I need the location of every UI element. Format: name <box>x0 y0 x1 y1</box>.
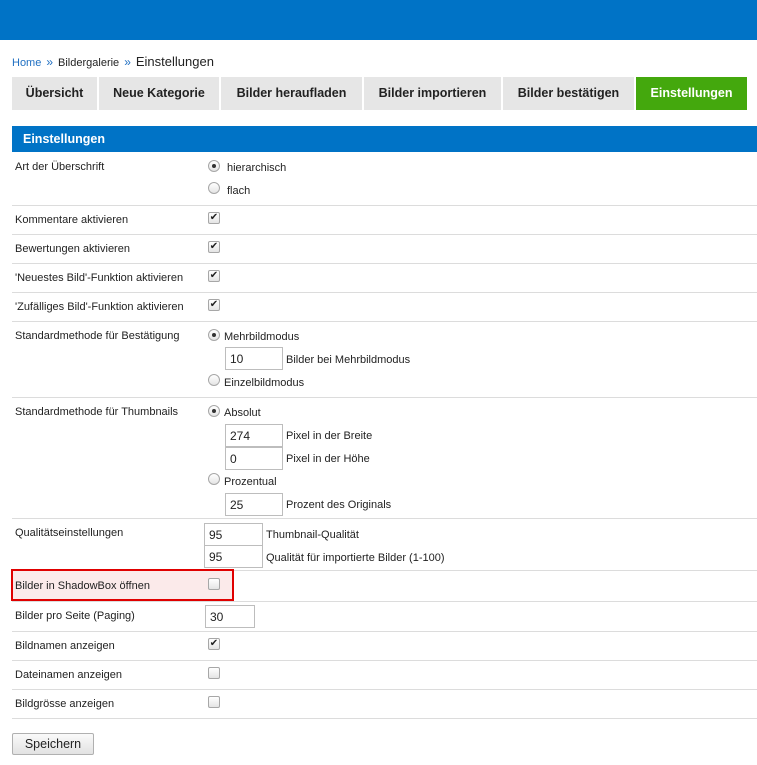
breadcrumb: Home » Bildergalerie » Einstellungen <box>12 55 214 70</box>
comments-checkbox[interactable]: ✔ <box>208 212 220 224</box>
radio-label: Absolut <box>224 407 261 419</box>
paging-input[interactable] <box>205 605 255 628</box>
radio-label: Prozentual <box>224 476 277 488</box>
ratings-checkbox[interactable]: ✔ <box>208 241 220 253</box>
tab-settings[interactable]: Einstellungen <box>636 77 747 110</box>
thumb-width-input[interactable] <box>225 424 283 447</box>
thumb-height-input[interactable] <box>225 447 283 470</box>
radio-hierarchical[interactable] <box>208 160 220 172</box>
radio-label: hierarchisch <box>227 162 287 174</box>
radio-percent[interactable] <box>208 473 220 485</box>
section-header: Einstellungen <box>12 126 757 152</box>
field-label: Pixel in der Höhe <box>286 453 370 465</box>
tab-upload-images[interactable]: Bilder heraufladen <box>221 77 362 110</box>
setting-row-show-size: Bildgrösse anzeigen <box>12 690 757 719</box>
shadowbox-checkbox[interactable] <box>208 578 220 590</box>
setting-label: Kommentare aktivieren <box>15 214 129 226</box>
tab-overview[interactable]: Übersicht <box>12 77 97 110</box>
setting-row-heading-type: Art der Überschrift hierarchisch flach <box>12 153 757 206</box>
breadcrumb-gallery[interactable]: Bildergalerie <box>58 57 119 69</box>
save-button[interactable]: Speichern <box>12 733 94 755</box>
setting-label: Standardmethode für Thumbnails <box>15 406 179 418</box>
thumb-quality-input[interactable] <box>204 523 263 546</box>
setting-row-confirm-method: Standardmethode für Bestätigung Mehrbild… <box>12 322 757 398</box>
field-label: Pixel in der Breite <box>286 430 373 442</box>
newest-checkbox[interactable]: ✔ <box>208 270 220 282</box>
setting-label: Bildgrösse anzeigen <box>15 698 115 710</box>
radio-absolute[interactable] <box>208 405 220 417</box>
thumb-percent-input[interactable] <box>225 493 283 516</box>
setting-label: 'Zufälliges Bild'-Funktion aktivieren <box>15 301 184 313</box>
setting-row-paging: Bilder pro Seite (Paging) <box>12 602 757 632</box>
field-label: Bilder bei Mehrbildmodus <box>286 354 411 366</box>
setting-label: Qualitätseinstellungen <box>15 527 124 539</box>
setting-label: Standardmethode für Bestätigung <box>15 330 180 342</box>
setting-label: Bildnamen anzeigen <box>15 640 115 652</box>
breadcrumb-separator-icon: » <box>124 55 131 69</box>
setting-label: 'Neuestes Bild'-Funktion aktivieren <box>15 272 184 284</box>
tab-confirm-images[interactable]: Bilder bestätigen <box>503 77 634 110</box>
setting-label: Dateinamen anzeigen <box>15 669 123 681</box>
top-banner <box>0 0 757 40</box>
setting-row-random: 'Zufälliges Bild'-Funktion aktivieren ✔ <box>12 293 757 322</box>
setting-label: Bilder in ShadowBox öffnen <box>15 580 150 592</box>
breadcrumb-home-link[interactable]: Home <box>12 57 41 69</box>
setting-row-newest: 'Neuestes Bild'-Funktion aktivieren ✔ <box>12 264 757 293</box>
field-label: Thumbnail-Qualität <box>266 529 359 541</box>
setting-row-comments: Kommentare aktivieren ✔ <box>12 206 757 235</box>
field-label: Qualität für importierte Bilder (1-100) <box>266 552 445 564</box>
setting-label: Bewertungen aktivieren <box>15 243 130 255</box>
field-label: Prozent des Originals <box>286 499 392 511</box>
tab-new-category[interactable]: Neue Kategorie <box>99 77 219 110</box>
radio-label: Einzelbildmodus <box>224 377 305 389</box>
radio-single-mode[interactable] <box>208 374 220 386</box>
setting-label: Art der Überschrift <box>15 161 105 173</box>
setting-row-ratings: Bewertungen aktivieren ✔ <box>12 235 757 264</box>
radio-multi-mode[interactable] <box>208 329 220 341</box>
tab-import-images[interactable]: Bilder importieren <box>364 77 501 110</box>
setting-label: Bilder pro Seite (Paging) <box>15 610 135 622</box>
radio-flat[interactable] <box>208 182 220 194</box>
radio-label: Mehrbildmodus <box>224 331 300 343</box>
setting-row-show-filename: Dateinamen anzeigen <box>12 661 757 690</box>
setting-row-thumb-method: Standardmethode für Thumbnails Absolut P… <box>12 398 757 519</box>
multi-count-input[interactable] <box>225 347 283 370</box>
radio-label: flach <box>227 185 251 197</box>
import-quality-input[interactable] <box>204 545 263 568</box>
random-checkbox[interactable]: ✔ <box>208 299 220 311</box>
setting-row-shadowbox: Bilder in ShadowBox öffnen <box>12 571 757 602</box>
setting-row-show-name: Bildnamen anzeigen ✔ <box>12 632 757 661</box>
show-size-checkbox[interactable] <box>208 696 220 708</box>
breadcrumb-current: Einstellungen <box>135 54 214 69</box>
show-name-checkbox[interactable]: ✔ <box>208 638 220 650</box>
setting-row-quality: Qualitätseinstellungen Thumbnail-Qualitä… <box>12 519 757 571</box>
tab-bar: Übersicht Neue Kategorie Bilder heraufla… <box>12 77 747 110</box>
show-filename-checkbox[interactable] <box>208 667 220 679</box>
breadcrumb-separator-icon: » <box>46 55 54 69</box>
